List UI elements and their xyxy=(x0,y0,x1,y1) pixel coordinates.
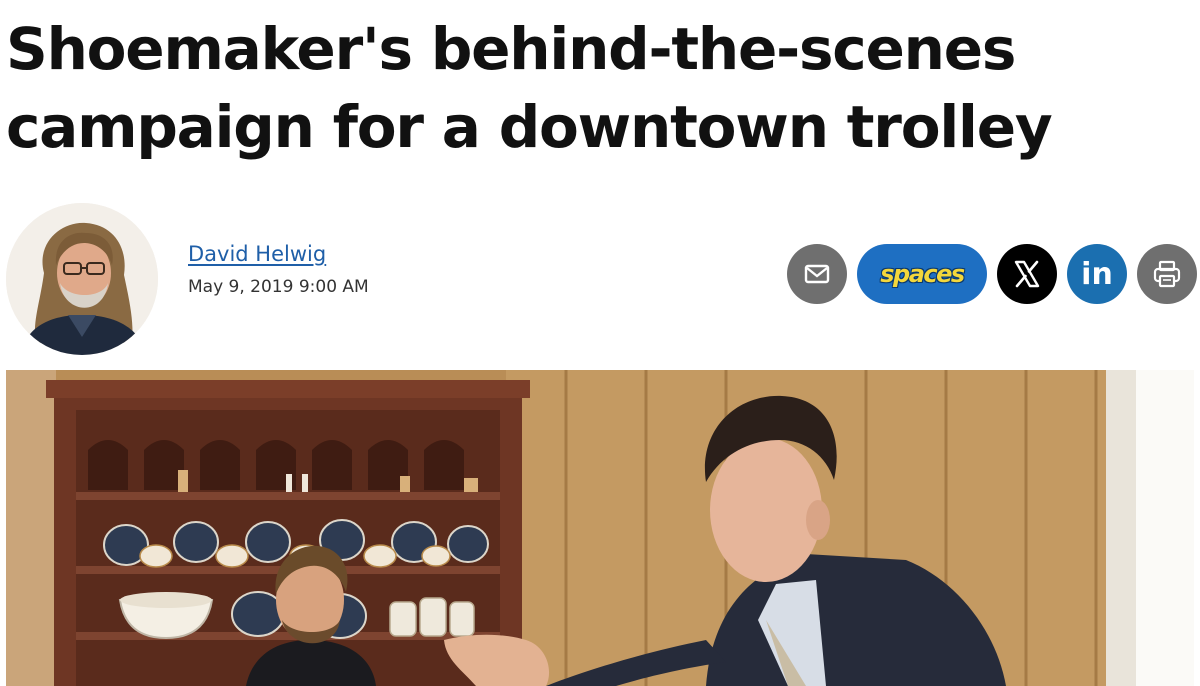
article-hero-photo xyxy=(6,370,1194,686)
share-linkedin-button[interactable]: in xyxy=(1067,244,1127,304)
print-button[interactable] xyxy=(1137,244,1197,304)
linkedin-icon: in xyxy=(1081,256,1113,292)
share-bar: spaces in xyxy=(787,244,1197,304)
article-page: Shoemaker's behind-the-scenes campaign f… xyxy=(0,0,1200,686)
author-avatar[interactable] xyxy=(6,203,158,355)
x-logo-icon xyxy=(1014,260,1040,288)
share-spaces-button[interactable]: spaces xyxy=(857,244,987,304)
article-headline: Shoemaker's behind-the-scenes campaign f… xyxy=(6,10,1186,166)
author-link[interactable]: David Helwig xyxy=(188,240,369,268)
author-portrait-image xyxy=(6,203,158,355)
spaces-logo-label: spaces xyxy=(880,260,965,288)
envelope-icon xyxy=(804,264,830,284)
share-x-button[interactable] xyxy=(997,244,1057,304)
hero-photo-image xyxy=(6,370,1194,686)
share-email-button[interactable] xyxy=(787,244,847,304)
publish-date: May 9, 2019 9:00 AM xyxy=(188,277,369,297)
headline-line-2: campaign for a downtown trolley xyxy=(6,93,1053,161)
byline: David Helwig May 9, 2019 9:00 AM xyxy=(188,240,369,298)
printer-icon xyxy=(1153,260,1181,288)
headline-line-1: Shoemaker's behind-the-scenes xyxy=(6,15,1016,83)
